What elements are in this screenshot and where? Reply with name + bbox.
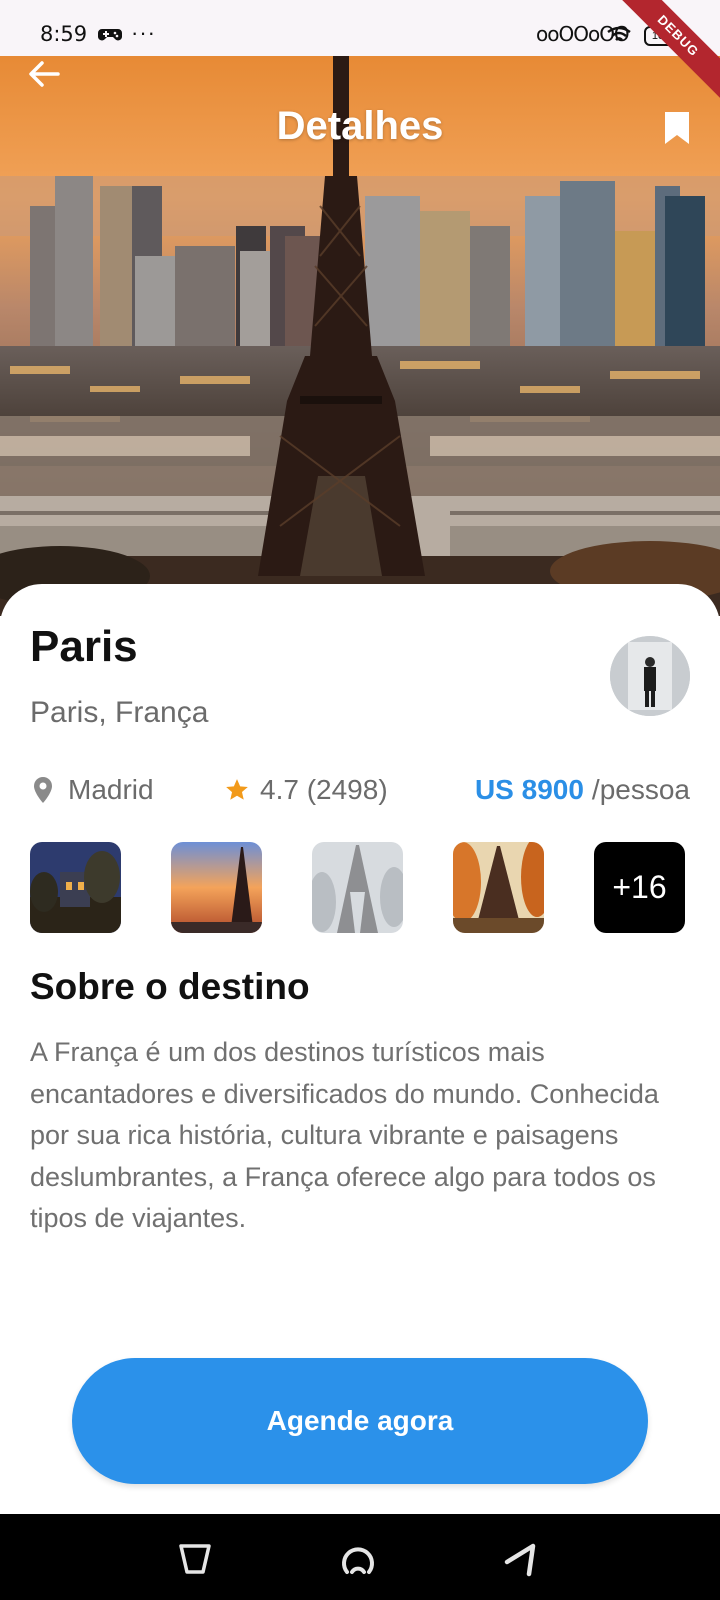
- star-icon: [226, 779, 248, 800]
- home-nav-icon[interactable]: [339, 1540, 377, 1578]
- bookmark-button[interactable]: [662, 110, 692, 146]
- eiffel-autumn-photo: [453, 842, 544, 933]
- about-title: Sobre o destino: [30, 966, 310, 1007]
- location-pin-icon: [34, 777, 52, 803]
- book-now-button[interactable]: Agende agora: [72, 1358, 648, 1484]
- destination-name: Paris: [30, 622, 138, 671]
- gamepad-icon: [98, 29, 122, 41]
- info-row: Madrid 4.7 (2498) US 8900 /pessoa: [30, 768, 690, 812]
- recents-nav-icon[interactable]: [503, 1540, 541, 1578]
- status-time: 8:59: [40, 22, 88, 46]
- house-night-photo: [30, 842, 121, 933]
- eiffel-winter-photo: [312, 842, 403, 933]
- price-info: US 8900 /pessoa: [475, 768, 690, 812]
- person-photo: [610, 636, 690, 716]
- rating-info: 4.7 (2498): [224, 768, 388, 812]
- arrow-left-icon: [29, 61, 60, 87]
- origin-city: Madrid: [68, 774, 154, 805]
- more-photos-button[interactable]: +16: [594, 842, 685, 933]
- photo-gallery: +16: [30, 842, 690, 934]
- back-button[interactable]: [24, 54, 64, 94]
- origin-info: Madrid: [30, 768, 154, 812]
- price-unit: /pessoa: [591, 774, 690, 805]
- eiffel-sunset-photo: [171, 842, 262, 933]
- status-bar: 8:59 ··· ooOOoOO 100 DEBUG: [0, 0, 720, 103]
- gallery-thumb[interactable]: [30, 842, 121, 933]
- back-nav-icon[interactable]: [176, 1540, 214, 1578]
- wifi-icon: [607, 26, 631, 41]
- more-status-dots: ···: [131, 20, 156, 45]
- gallery-thumb[interactable]: [312, 842, 403, 933]
- avatar[interactable]: [610, 636, 690, 716]
- system-nav-bar: [0, 1514, 720, 1600]
- bookmark-icon: [665, 112, 689, 144]
- rating-text: 4.7 (2498): [260, 774, 388, 805]
- destination-location: Paris, França: [30, 696, 209, 729]
- price-value: US 8900: [474, 774, 584, 805]
- about-text: A França é um dos destinos turísticos ma…: [30, 1037, 659, 1233]
- gallery-thumb[interactable]: [453, 842, 544, 933]
- gallery-thumb[interactable]: [171, 842, 262, 933]
- page-title: Detalhes: [276, 104, 444, 148]
